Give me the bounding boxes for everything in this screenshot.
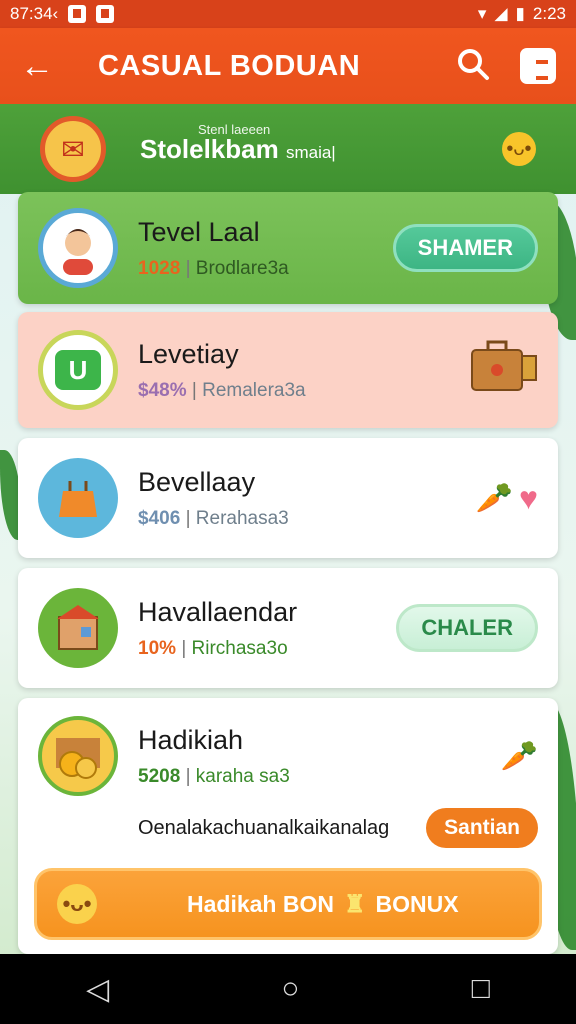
app-bar: ← CASUAL BODUAN [0,28,576,104]
separator: | [191,379,197,401]
list-item[interactable]: Havallaendar 10% | Rirchasa3o CHALER [18,568,558,688]
item-value: $48% [138,379,187,401]
chaler-button[interactable]: CHALER [396,604,538,652]
bonus-label: Hadikah BON [187,890,334,917]
item-value: 10% [138,637,177,659]
avatar [38,208,118,288]
item-description: Oenalakachuanalkaikanalag [138,816,390,839]
santian-button[interactable]: Santian [426,808,538,848]
status-bar: 87:34‹ ▾ ◢ ▮ 2:23 [0,0,576,28]
banner-title: Stolelkbam [140,133,279,164]
carrot-icon: 🥕 [475,481,513,515]
avatar [38,716,118,796]
list-item[interactable]: Tevel Laal 1028 | Brodlare3a SHAMER [18,192,558,304]
arrow-left-icon[interactable]: ← [20,49,60,83]
status-time-left: 87:34‹ [10,4,59,23]
recents-nav-icon[interactable]: □ [472,972,490,1006]
smiley-icon: •ᴗ• [57,884,97,924]
item-detail: karaha sa3 [195,765,290,787]
item-value: 5208 [138,765,181,787]
page-title: CASUAL BODUAN [98,49,361,82]
search-icon[interactable] [456,47,490,86]
trophy-badge-icon: ✉ [40,116,106,182]
item-name: Hadikiah [138,724,244,755]
item-detail: Rerahasa3 [195,507,289,529]
shamer-button[interactable]: SHAMER [392,224,538,272]
item-name: Bevellaay [138,466,256,497]
wifi-icon: ▾ [477,4,487,23]
banner-subtitle: Stenl laeeen [198,121,271,137]
banner-title-suffix: smaia| [285,142,336,162]
separator: | [185,507,191,529]
signal-icon: ◢ [494,4,508,23]
avatar: U [38,330,118,410]
back-nav-icon[interactable]: ◁ [86,972,109,1007]
home-nav-icon[interactable]: ○ [281,972,299,1006]
item-name: Tevel Laal [138,216,260,247]
separator: | [185,257,191,279]
item-name: Havallaendar [138,596,298,627]
carrot-icon: 🥕 [500,739,538,773]
separator: | [185,765,191,787]
separator: | [181,637,187,659]
avatar [38,588,118,668]
bonus-button[interactable]: •ᴗ• Hadikah BON ♜ BONUX [34,868,542,940]
list-item[interactable]: U Levetiay $48% | Remalera3a [18,312,558,428]
profile-banner: ✉ Stenl laeeen Stolelkbam smaia| •ᴗ• [0,104,576,194]
item-detail: Brodlare3a [195,257,289,279]
notification-icon [68,5,87,23]
notification-icon [96,5,115,23]
briefcase-icon [468,336,538,405]
item-value: 1028 [138,257,181,279]
item-value: $406 [138,507,181,529]
item-detail: Rirchasa3o [191,637,288,659]
avatar [38,458,118,538]
bonus-label-2: BONUX [375,890,459,917]
item-detail: Remalera3a [202,379,306,401]
menu-icon[interactable] [520,48,556,84]
system-nav-bar: ◁ ○ □ [0,954,576,1024]
trophy-icon: ♜ [343,890,366,918]
chick-icon[interactable]: •ᴗ• [502,132,536,166]
battery-icon: ▮ [515,4,525,23]
list-item[interactable]: Bevellaay $406 | Rerahasa3 🥕 ♥ [18,438,558,558]
heart-icon: ♥ [519,479,538,516]
item-name: Levetiay [138,338,239,369]
status-time-right: 2:23 [532,4,566,23]
